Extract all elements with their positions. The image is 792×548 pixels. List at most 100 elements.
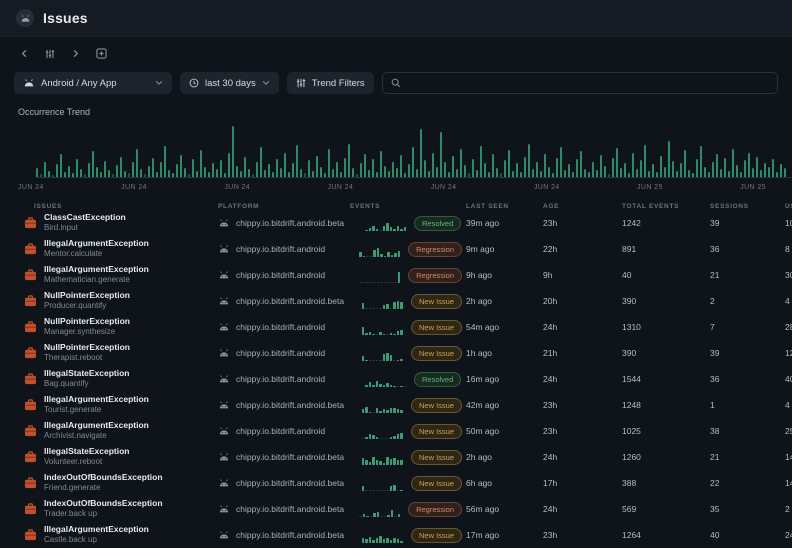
spark-bar bbox=[386, 334, 389, 335]
trend-bar bbox=[484, 163, 486, 177]
occurrence-trend-axis: JUN 24JUN 24JUN 24JUN 24JUN 24JUN 24JUN … bbox=[18, 184, 766, 191]
users-value: 14 bbox=[781, 478, 792, 488]
trend-bar bbox=[224, 173, 226, 177]
issue-cell: NullPointerExceptionProducer.quantify bbox=[14, 290, 214, 311]
total-events-value: 390 bbox=[618, 296, 706, 306]
platform-cell: chippy.io.bitdrift.android.beta bbox=[214, 400, 346, 410]
table-row[interactable]: IllegalArgumentExceptionArchivist.naviga… bbox=[0, 418, 792, 444]
spark-bar bbox=[387, 282, 390, 283]
issue-subtitle: Bag.quantify bbox=[44, 379, 130, 389]
column-header: ISSUES bbox=[14, 203, 214, 210]
filter-bar: Android / Any App last 30 days Trend Fil… bbox=[14, 72, 778, 94]
users-value: 30 bbox=[781, 270, 792, 280]
spark-bar bbox=[383, 334, 386, 335]
spark-bar bbox=[369, 228, 372, 231]
issue-subtitle: Tourist.generate bbox=[44, 405, 149, 415]
trend-bar bbox=[452, 156, 454, 177]
spark-bar bbox=[394, 282, 397, 283]
table-row[interactable]: IllegalStateExceptionVolunteer.rebootchi… bbox=[0, 444, 792, 470]
spark-bar bbox=[400, 359, 403, 361]
issue-text: NullPointerExceptionManager.synthesize bbox=[44, 316, 130, 337]
spark-bar bbox=[379, 360, 382, 361]
table-row[interactable]: IllegalStateExceptionBag.quantifychippy.… bbox=[0, 366, 792, 392]
table-row[interactable]: NullPointerExceptionManager.synthesizech… bbox=[0, 314, 792, 340]
table-row[interactable]: ClassCastExceptionBird.inputchippy.io.bi… bbox=[0, 210, 792, 236]
spark-bar bbox=[393, 229, 396, 231]
events-sparkline bbox=[350, 294, 403, 309]
trend-bar bbox=[232, 126, 234, 177]
table-row[interactable]: IndexOutOfBoundsExceptionTrader.back upc… bbox=[0, 496, 792, 522]
table-row[interactable]: IllegalArgumentExceptionTourist.generate… bbox=[0, 392, 792, 418]
trend-bar bbox=[368, 170, 370, 177]
timerange-dropdown[interactable]: last 30 days bbox=[180, 72, 279, 94]
table-row[interactable]: IndexOutOfBoundsExceptionFriend.generate… bbox=[0, 470, 792, 496]
total-events-value: 891 bbox=[618, 244, 706, 254]
trend-bar bbox=[560, 147, 562, 177]
table-row[interactable]: NullPointerExceptionTherapist.rebootchip… bbox=[0, 340, 792, 366]
occurrence-trend-chart[interactable] bbox=[36, 125, 792, 178]
issue-icon bbox=[24, 503, 37, 515]
table-row[interactable]: IllegalArgumentExceptionMathematician.ge… bbox=[0, 262, 792, 288]
spark-bar bbox=[365, 385, 368, 387]
events-sparkline bbox=[350, 450, 403, 465]
table-row[interactable]: NullPointerExceptionProducer.quantifychi… bbox=[0, 288, 792, 314]
trend-bar bbox=[712, 162, 714, 177]
table-row[interactable]: IllegalArgumentExceptionMentor.calculate… bbox=[0, 236, 792, 262]
clock-icon bbox=[189, 78, 199, 88]
trend-bar bbox=[424, 160, 426, 177]
spark-bar bbox=[366, 282, 369, 283]
add-view-icon[interactable] bbox=[96, 48, 107, 59]
trend-bar bbox=[456, 169, 458, 177]
trend-bar bbox=[660, 156, 662, 177]
trend-bar bbox=[324, 173, 326, 177]
spark-bar bbox=[384, 282, 387, 283]
platform-label: chippy.io.bitdrift.android bbox=[236, 426, 325, 436]
spark-bar bbox=[383, 539, 386, 543]
issue-title: NullPointerException bbox=[44, 290, 130, 301]
trend-bar bbox=[380, 151, 382, 177]
spark-bar bbox=[397, 490, 400, 491]
trend-bar bbox=[384, 166, 386, 177]
trend-bar bbox=[684, 150, 686, 177]
trend-bar bbox=[580, 151, 582, 177]
search-field[interactable] bbox=[382, 72, 778, 94]
events-sparkline bbox=[350, 216, 406, 231]
spark-bar bbox=[393, 360, 396, 361]
trend-bar bbox=[344, 158, 346, 177]
chevron-left-icon[interactable] bbox=[20, 49, 29, 58]
platform-label: chippy.io.bitdrift.android.beta bbox=[236, 218, 344, 228]
trend-bar bbox=[416, 169, 418, 177]
total-events-value: 1544 bbox=[618, 374, 706, 384]
trend-filters-button[interactable]: Trend Filters bbox=[287, 72, 374, 94]
spark-bar bbox=[379, 411, 382, 413]
age-value: 24h bbox=[539, 504, 618, 514]
issue-icon bbox=[24, 243, 37, 255]
spark-bar bbox=[373, 513, 376, 517]
columns-filter-icon[interactable] bbox=[45, 49, 55, 59]
spark-bar bbox=[387, 252, 390, 257]
spark-bar bbox=[397, 301, 400, 309]
spark-bar bbox=[362, 356, 365, 361]
search-input[interactable] bbox=[407, 77, 769, 90]
trend-bar bbox=[304, 173, 306, 177]
status-badge: New Issue bbox=[411, 476, 462, 491]
trend-bar bbox=[280, 168, 282, 177]
spark-bar bbox=[393, 302, 396, 309]
spark-bar bbox=[397, 434, 400, 439]
issue-subtitle: Bird.input bbox=[44, 223, 126, 233]
table-row[interactable]: IllegalArgumentExceptionCastle.back upch… bbox=[0, 522, 792, 548]
trend-bar bbox=[644, 145, 646, 177]
spark-bar bbox=[383, 354, 386, 361]
spark-bar bbox=[365, 308, 368, 309]
issue-title: IllegalArgumentException bbox=[44, 394, 149, 405]
project-dropdown[interactable]: Android / Any App bbox=[14, 72, 172, 94]
spark-bar bbox=[365, 407, 368, 413]
total-events-value: 390 bbox=[618, 348, 706, 358]
spark-bar bbox=[386, 438, 389, 439]
spark-bar bbox=[370, 256, 373, 257]
chevron-right-icon[interactable] bbox=[71, 49, 80, 58]
status-badge: New Issue bbox=[411, 320, 462, 335]
issue-title: IllegalArgumentException bbox=[44, 264, 149, 275]
trend-bar bbox=[116, 165, 118, 177]
issue-cell: IllegalStateExceptionVolunteer.reboot bbox=[14, 446, 214, 467]
